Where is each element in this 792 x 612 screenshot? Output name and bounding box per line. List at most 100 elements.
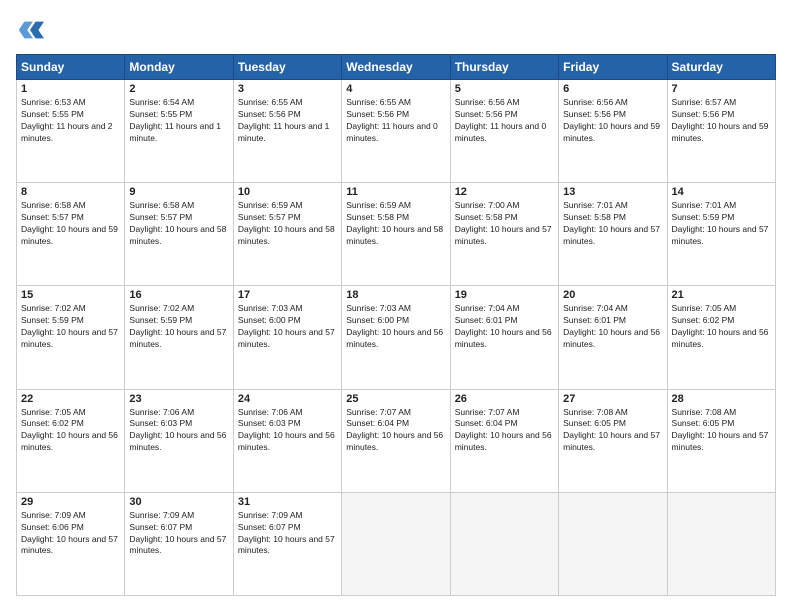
calendar-day-cell	[342, 492, 450, 595]
col-tuesday: Tuesday	[233, 55, 341, 80]
day-number: 17	[238, 289, 337, 301]
day-info: Sunrise: 6:57 AMSunset: 5:56 PMDaylight:…	[672, 97, 771, 145]
calendar-day-cell: 9 Sunrise: 6:58 AMSunset: 5:57 PMDayligh…	[125, 183, 233, 286]
calendar-day-cell: 21 Sunrise: 7:05 AMSunset: 6:02 PMDaylig…	[667, 286, 775, 389]
calendar-day-cell	[559, 492, 667, 595]
day-info: Sunrise: 6:55 AMSunset: 5:56 PMDaylight:…	[238, 97, 337, 145]
day-number: 8	[21, 186, 120, 198]
day-number: 19	[455, 289, 554, 301]
day-number: 5	[455, 83, 554, 95]
calendar-day-cell: 29 Sunrise: 7:09 AMSunset: 6:06 PMDaylig…	[17, 492, 125, 595]
day-number: 1	[21, 83, 120, 95]
day-info: Sunrise: 6:56 AMSunset: 5:56 PMDaylight:…	[563, 97, 662, 145]
calendar-day-cell: 6 Sunrise: 6:56 AMSunset: 5:56 PMDayligh…	[559, 80, 667, 183]
day-info: Sunrise: 6:58 AMSunset: 5:57 PMDaylight:…	[21, 200, 120, 248]
calendar-day-cell: 30 Sunrise: 7:09 AMSunset: 6:07 PMDaylig…	[125, 492, 233, 595]
day-info: Sunrise: 7:04 AMSunset: 6:01 PMDaylight:…	[455, 303, 554, 351]
day-info: Sunrise: 7:09 AMSunset: 6:06 PMDaylight:…	[21, 510, 120, 558]
day-number: 29	[21, 496, 120, 508]
calendar-week-row: 1 Sunrise: 6:53 AMSunset: 5:55 PMDayligh…	[17, 80, 776, 183]
day-number: 28	[672, 393, 771, 405]
day-number: 31	[238, 496, 337, 508]
day-info: Sunrise: 6:56 AMSunset: 5:56 PMDaylight:…	[455, 97, 554, 145]
calendar-day-cell: 12 Sunrise: 7:00 AMSunset: 5:58 PMDaylig…	[450, 183, 558, 286]
day-info: Sunrise: 7:01 AMSunset: 5:59 PMDaylight:…	[672, 200, 771, 248]
day-info: Sunrise: 7:05 AMSunset: 6:02 PMDaylight:…	[21, 407, 120, 455]
day-info: Sunrise: 7:06 AMSunset: 6:03 PMDaylight:…	[129, 407, 228, 455]
calendar-day-cell: 15 Sunrise: 7:02 AMSunset: 5:59 PMDaylig…	[17, 286, 125, 389]
calendar-day-cell	[450, 492, 558, 595]
day-number: 3	[238, 83, 337, 95]
calendar-day-cell	[667, 492, 775, 595]
calendar-day-cell: 16 Sunrise: 7:02 AMSunset: 5:59 PMDaylig…	[125, 286, 233, 389]
day-info: Sunrise: 7:04 AMSunset: 6:01 PMDaylight:…	[563, 303, 662, 351]
day-number: 12	[455, 186, 554, 198]
day-number: 9	[129, 186, 228, 198]
day-info: Sunrise: 6:55 AMSunset: 5:56 PMDaylight:…	[346, 97, 445, 145]
day-info: Sunrise: 7:03 AMSunset: 6:00 PMDaylight:…	[238, 303, 337, 351]
day-info: Sunrise: 7:07 AMSunset: 6:04 PMDaylight:…	[455, 407, 554, 455]
day-info: Sunrise: 7:05 AMSunset: 6:02 PMDaylight:…	[672, 303, 771, 351]
calendar-week-row: 22 Sunrise: 7:05 AMSunset: 6:02 PMDaylig…	[17, 389, 776, 492]
calendar-week-row: 8 Sunrise: 6:58 AMSunset: 5:57 PMDayligh…	[17, 183, 776, 286]
day-number: 2	[129, 83, 228, 95]
calendar-day-cell: 31 Sunrise: 7:09 AMSunset: 6:07 PMDaylig…	[233, 492, 341, 595]
day-number: 13	[563, 186, 662, 198]
calendar-day-cell: 23 Sunrise: 7:06 AMSunset: 6:03 PMDaylig…	[125, 389, 233, 492]
calendar-day-cell: 5 Sunrise: 6:56 AMSunset: 5:56 PMDayligh…	[450, 80, 558, 183]
day-info: Sunrise: 6:59 AMSunset: 5:57 PMDaylight:…	[238, 200, 337, 248]
page: Sunday Monday Tuesday Wednesday Thursday…	[0, 0, 792, 612]
calendar-week-row: 29 Sunrise: 7:09 AMSunset: 6:06 PMDaylig…	[17, 492, 776, 595]
col-sunday: Sunday	[17, 55, 125, 80]
header	[16, 16, 776, 44]
col-friday: Friday	[559, 55, 667, 80]
calendar-day-cell: 7 Sunrise: 6:57 AMSunset: 5:56 PMDayligh…	[667, 80, 775, 183]
calendar-week-row: 15 Sunrise: 7:02 AMSunset: 5:59 PMDaylig…	[17, 286, 776, 389]
day-number: 22	[21, 393, 120, 405]
day-info: Sunrise: 7:09 AMSunset: 6:07 PMDaylight:…	[238, 510, 337, 558]
calendar-day-cell: 27 Sunrise: 7:08 AMSunset: 6:05 PMDaylig…	[559, 389, 667, 492]
day-number: 27	[563, 393, 662, 405]
calendar-day-cell: 14 Sunrise: 7:01 AMSunset: 5:59 PMDaylig…	[667, 183, 775, 286]
calendar-day-cell: 11 Sunrise: 6:59 AMSunset: 5:58 PMDaylig…	[342, 183, 450, 286]
day-info: Sunrise: 6:54 AMSunset: 5:55 PMDaylight:…	[129, 97, 228, 145]
day-number: 14	[672, 186, 771, 198]
day-info: Sunrise: 6:59 AMSunset: 5:58 PMDaylight:…	[346, 200, 445, 248]
calendar-day-cell: 22 Sunrise: 7:05 AMSunset: 6:02 PMDaylig…	[17, 389, 125, 492]
calendar-day-cell: 20 Sunrise: 7:04 AMSunset: 6:01 PMDaylig…	[559, 286, 667, 389]
calendar-day-cell: 3 Sunrise: 6:55 AMSunset: 5:56 PMDayligh…	[233, 80, 341, 183]
day-number: 30	[129, 496, 228, 508]
day-info: Sunrise: 7:00 AMSunset: 5:58 PMDaylight:…	[455, 200, 554, 248]
day-info: Sunrise: 7:08 AMSunset: 6:05 PMDaylight:…	[672, 407, 771, 455]
day-info: Sunrise: 7:02 AMSunset: 5:59 PMDaylight:…	[129, 303, 228, 351]
logo-icon	[16, 16, 44, 44]
calendar-day-cell: 19 Sunrise: 7:04 AMSunset: 6:01 PMDaylig…	[450, 286, 558, 389]
day-number: 4	[346, 83, 445, 95]
col-thursday: Thursday	[450, 55, 558, 80]
col-monday: Monday	[125, 55, 233, 80]
calendar-header-row: Sunday Monday Tuesday Wednesday Thursday…	[17, 55, 776, 80]
calendar-day-cell: 18 Sunrise: 7:03 AMSunset: 6:00 PMDaylig…	[342, 286, 450, 389]
day-number: 25	[346, 393, 445, 405]
day-number: 16	[129, 289, 228, 301]
day-number: 6	[563, 83, 662, 95]
day-number: 20	[563, 289, 662, 301]
day-info: Sunrise: 7:02 AMSunset: 5:59 PMDaylight:…	[21, 303, 120, 351]
day-number: 24	[238, 393, 337, 405]
calendar-day-cell: 24 Sunrise: 7:06 AMSunset: 6:03 PMDaylig…	[233, 389, 341, 492]
calendar-day-cell: 28 Sunrise: 7:08 AMSunset: 6:05 PMDaylig…	[667, 389, 775, 492]
day-number: 26	[455, 393, 554, 405]
day-info: Sunrise: 7:09 AMSunset: 6:07 PMDaylight:…	[129, 510, 228, 558]
day-info: Sunrise: 7:03 AMSunset: 6:00 PMDaylight:…	[346, 303, 445, 351]
calendar-day-cell: 8 Sunrise: 6:58 AMSunset: 5:57 PMDayligh…	[17, 183, 125, 286]
col-saturday: Saturday	[667, 55, 775, 80]
calendar-day-cell: 26 Sunrise: 7:07 AMSunset: 6:04 PMDaylig…	[450, 389, 558, 492]
day-info: Sunrise: 6:53 AMSunset: 5:55 PMDaylight:…	[21, 97, 120, 145]
calendar-day-cell: 2 Sunrise: 6:54 AMSunset: 5:55 PMDayligh…	[125, 80, 233, 183]
calendar-day-cell: 17 Sunrise: 7:03 AMSunset: 6:00 PMDaylig…	[233, 286, 341, 389]
day-number: 7	[672, 83, 771, 95]
day-info: Sunrise: 7:08 AMSunset: 6:05 PMDaylight:…	[563, 407, 662, 455]
calendar-day-cell: 10 Sunrise: 6:59 AMSunset: 5:57 PMDaylig…	[233, 183, 341, 286]
day-info: Sunrise: 7:07 AMSunset: 6:04 PMDaylight:…	[346, 407, 445, 455]
day-info: Sunrise: 6:58 AMSunset: 5:57 PMDaylight:…	[129, 200, 228, 248]
